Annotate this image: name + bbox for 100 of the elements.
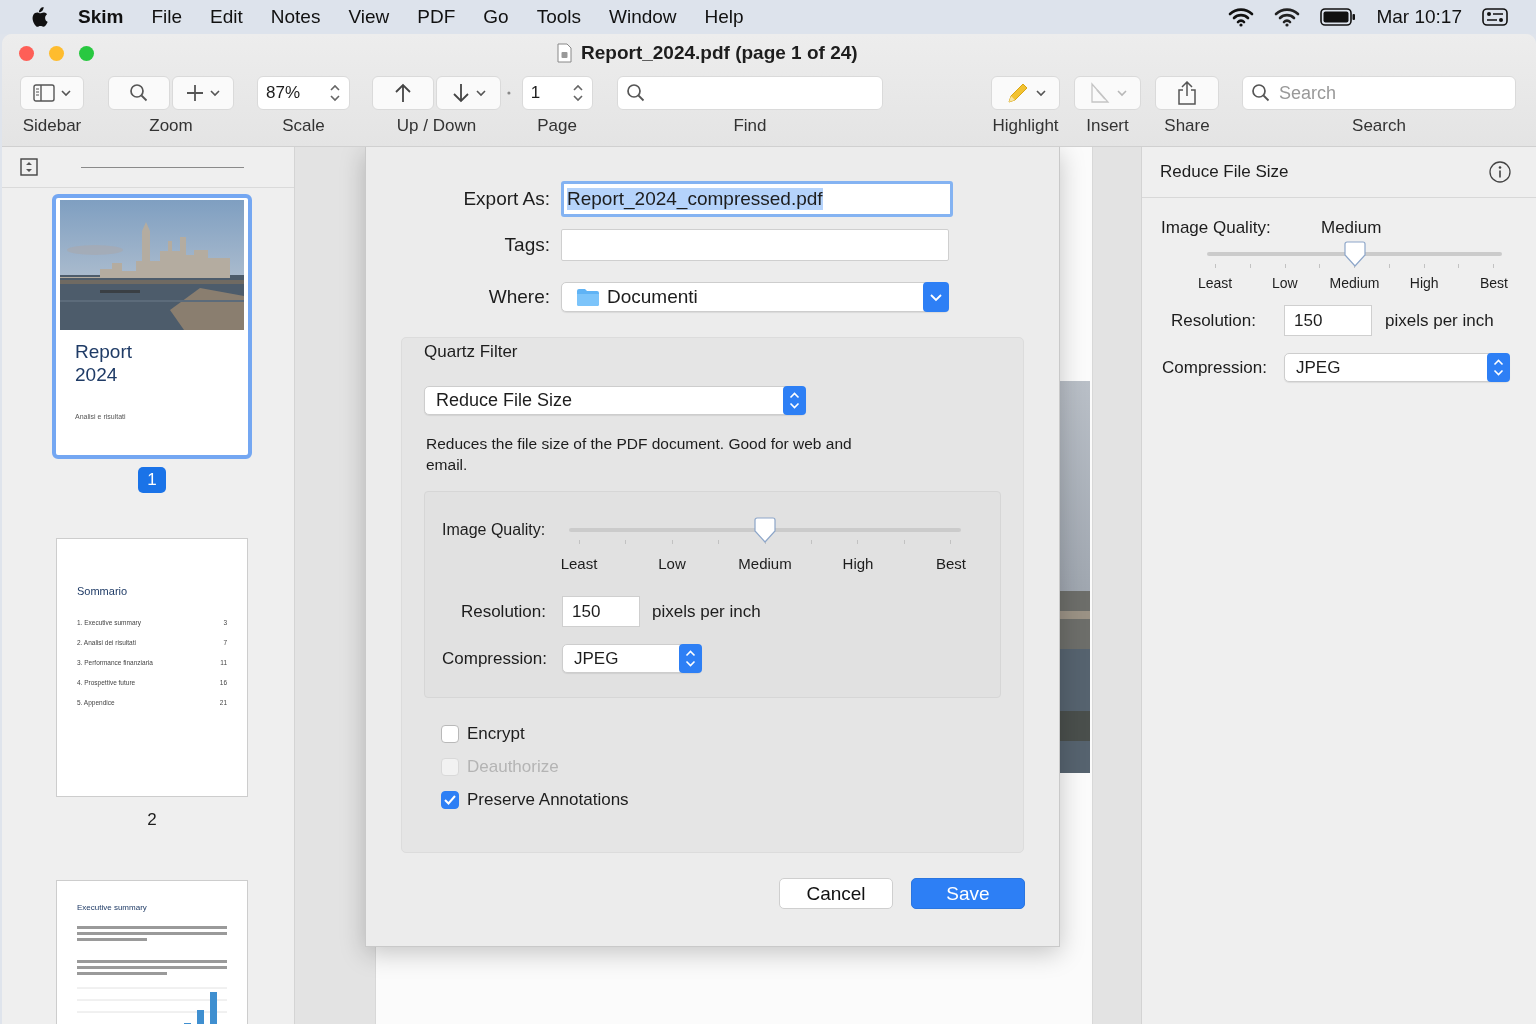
checkbox[interactable] [441,724,459,743]
page-number[interactable]: 2 [147,810,157,830]
toolbar-label: Insert [1086,116,1129,136]
menu-item[interactable]: File [137,6,197,28]
tick-label: High [1408,275,1440,291]
field-label: Compression: [442,648,546,669]
up-down-chevron-icon [1487,353,1510,382]
chevron-down-icon [923,282,949,312]
field-label: Where: [487,286,551,308]
highlight-button[interactable] [991,76,1060,110]
tick-label: High [841,555,875,572]
arrow-down-icon [451,83,470,103]
plus-icon [186,84,204,102]
save-button[interactable]: Save [911,878,1025,909]
chevron-down-icon [1116,89,1127,97]
resolution-field[interactable]: 150 [1284,305,1372,336]
toolbar-label: Search [1352,116,1406,136]
menu-item[interactable]: View [334,6,404,28]
field-label: Compression: [1161,357,1268,378]
tick-label: Least [559,555,599,572]
app-menu[interactable]: Skim [78,6,124,28]
checkbox[interactable] [441,790,459,809]
page-down-button[interactable] [436,76,501,110]
tick-label: Low [1270,275,1299,291]
compression-popup[interactable]: JPEG [562,644,702,673]
quality-slider[interactable] [1207,241,1502,271]
tick-label: Least [1196,275,1234,291]
menu-item[interactable]: Go [469,6,523,28]
up-down-chevron-icon [572,83,584,103]
chevron-down-icon [1035,89,1046,97]
up-down-chevron-icon [329,83,341,103]
share-button[interactable] [1155,76,1219,110]
filter-description: Reduces the file size of the PDF document. Good for web and email. [426,434,853,475]
menu-item[interactable]: PDF [403,6,470,28]
minimize-button[interactable] [49,45,64,61]
magnifier-icon [129,83,149,103]
tags-field[interactable] [561,229,949,261]
location-popup[interactable]: Documenti [561,282,949,312]
slider-thumb[interactable] [754,517,776,544]
chevron-down-icon [210,89,220,97]
field-label: Image Quality: [442,521,547,539]
chevron-down-icon [61,89,71,97]
quality-slider[interactable] [569,517,961,547]
menu-item[interactable]: Tools [522,6,595,28]
magnifier-button[interactable] [108,76,170,110]
slider-thumb[interactable] [1343,241,1366,268]
wifi-icon [1274,7,1301,27]
unit-label: pixels per inch [652,601,761,622]
share-icon [1177,81,1197,105]
dot-icon [507,91,511,95]
document-icon [557,43,572,63]
close-button[interactable] [19,45,34,61]
up-down-chevron-icon [783,386,806,415]
scale-field[interactable]: 87% [257,76,350,110]
menu-item[interactable]: Help [690,6,758,28]
checkbox-label: Encrypt [467,723,525,744]
clock[interactable]: Mar 10:17 [1376,6,1462,28]
field-label: Resolution: [1169,310,1256,331]
tick-label: Low [657,555,687,572]
up-down-chevron-icon [679,644,702,673]
page-field[interactable]: 1 [521,76,593,110]
field-label: Image Quality: [1161,218,1272,238]
unit-label: pixels per inch [1385,310,1494,331]
folder-icon [576,288,600,306]
toggle-icon [1482,7,1508,27]
arrow-up-icon [394,83,412,103]
window-title: Report_2024.pdf (page 1 of 24) [581,42,858,64]
tick-label: Best [935,555,967,572]
cancel-button[interactable]: Cancel [779,878,893,909]
sidebar-icon [33,84,55,102]
checkbox-label: Preserve Annotations [467,789,629,810]
quality-value: Medium [1321,218,1382,238]
field-label: Export As: [462,188,551,210]
wifi-icon [1228,7,1255,27]
filename-field[interactable]: Report_2024_compressed.pdf [561,181,953,217]
pencil-icon [1005,81,1030,105]
tick-label: Best [1479,275,1509,291]
toolbar-label: Highlight [992,116,1059,136]
page-heading: Executive summary [77,903,148,912]
find-field[interactable] [617,76,883,110]
resolution-field[interactable]: 150 [562,596,640,627]
sidebar-button[interactable] [20,76,84,110]
menu-item[interactable]: Notes [256,6,335,28]
compression-popup[interactable]: JPEG [1284,353,1510,382]
toolbar-label: Scale [282,116,325,136]
menu-item[interactable]: Window [595,6,691,28]
page-number[interactable]: 1 [138,467,166,493]
up-down-icon [20,158,38,176]
cover-title: Report 2024 [75,341,134,387]
menu-item[interactable]: Edit [196,6,257,28]
toolbar-label: Zoom [149,116,193,136]
toolbar-label: Sidebar [22,116,82,136]
filter-popup[interactable]: Reduce File Size [424,386,806,415]
page-up-button[interactable] [372,76,434,110]
zoom-button[interactable] [79,45,94,61]
checkmark-icon [444,794,456,805]
info-icon [1489,161,1511,183]
page-thumbnail[interactable]: Executive summary [56,880,248,1024]
chevron-down-icon [475,89,486,97]
zoom-in-button[interactable] [172,76,234,110]
